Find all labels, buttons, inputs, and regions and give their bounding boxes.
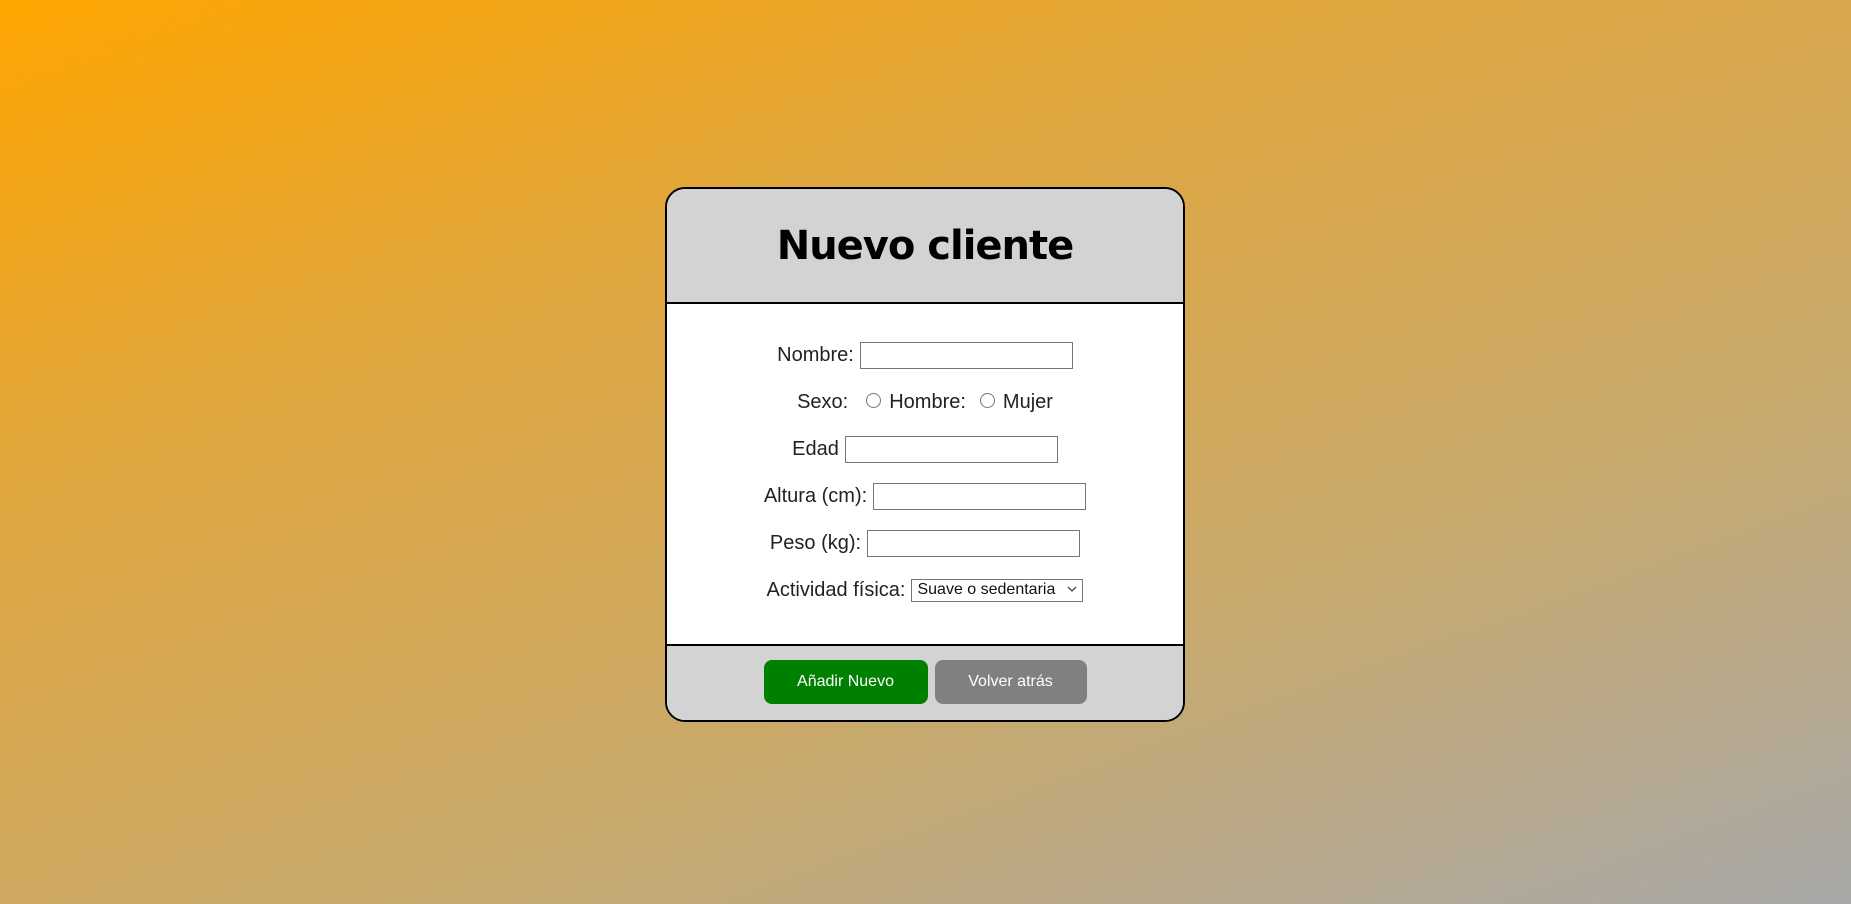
new-client-card: Nuevo cliente Nombre: Sexo: Hombre: Muje… <box>665 187 1185 722</box>
altura-input[interactable] <box>873 482 1087 510</box>
card-footer: Añadir Nuevo Volver atrás <box>667 646 1183 720</box>
hombre-radio[interactable] <box>866 392 882 408</box>
actividad-row: Actividad física: Suave o sedentaria <box>667 576 1183 604</box>
card-header: Nuevo cliente <box>667 189 1183 304</box>
edad-input[interactable] <box>844 435 1058 463</box>
actividad-label: Actividad física: <box>766 578 906 601</box>
nombre-input[interactable] <box>859 341 1073 369</box>
altura-label: Altura (cm): <box>763 484 868 507</box>
altura-row: Altura (cm): <box>667 482 1183 510</box>
sexo-label: Sexo: <box>797 390 849 413</box>
sexo-row: Sexo: Hombre: Mujer <box>667 388 1183 416</box>
mujer-radio[interactable] <box>979 392 995 408</box>
edad-row: Edad <box>667 435 1183 463</box>
peso-row: Peso (kg): <box>667 529 1183 557</box>
nombre-label: Nombre: <box>777 343 854 366</box>
client-form: Nombre: Sexo: Hombre: Mujer Edad Altura … <box>667 304 1183 646</box>
edad-label: Edad <box>792 437 839 460</box>
mujer-label: Mujer <box>1002 390 1053 413</box>
actividad-selected-value: Suave o sedentaria <box>917 581 1056 598</box>
chevron-down-icon <box>1067 584 1077 596</box>
hombre-label: Hombre: <box>889 390 966 413</box>
add-new-button[interactable]: Añadir Nuevo <box>763 660 928 704</box>
actividad-select[interactable]: Suave o sedentaria <box>911 578 1084 602</box>
peso-input[interactable] <box>867 529 1081 557</box>
nombre-row: Nombre: <box>667 341 1183 369</box>
peso-label: Peso (kg): <box>769 531 862 554</box>
back-button[interactable]: Volver atrás <box>934 660 1087 704</box>
page-title: Nuevo cliente <box>776 222 1075 269</box>
